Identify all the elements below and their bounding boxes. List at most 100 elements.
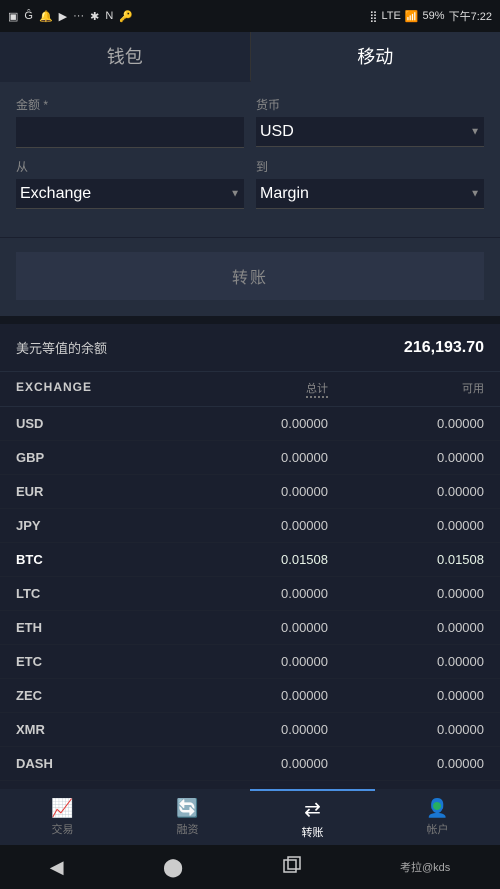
cell-name: USD	[16, 416, 172, 431]
table-body: USD 0.00000 0.00000 GBP 0.00000 0.00000 …	[0, 407, 500, 815]
to-select-wrapper: Margin	[256, 179, 484, 209]
cell-available: 0.00000	[328, 484, 484, 499]
cell-available: 0.00000	[328, 722, 484, 737]
lte-label: LTE	[381, 10, 400, 22]
play-icon: ▶	[59, 10, 67, 23]
table-row: ETC 0.00000 0.00000	[0, 645, 500, 679]
cell-total: 0.00000	[172, 620, 328, 635]
recent-button[interactable]	[283, 856, 301, 879]
to-label: 到	[256, 158, 484, 175]
table-row: EUR 0.00000 0.00000	[0, 475, 500, 509]
nfc-icon: N	[105, 10, 113, 22]
cell-name: LTC	[16, 586, 172, 601]
nav-item-funding[interactable]: 🔄 融资	[125, 789, 250, 845]
cell-name: ETH	[16, 620, 172, 635]
account-icon-wrap: 👤	[426, 798, 448, 819]
transfer-icon: ⇄	[304, 797, 321, 822]
app-icon: Ĝ	[24, 10, 33, 22]
cell-total: 0.00000	[172, 722, 328, 737]
nav-item-account[interactable]: 👤 帐户	[375, 789, 500, 845]
balance-label: 美元等值的余额	[16, 338, 107, 357]
system-nav-bar: ◀ ⬤ 考拉@kds	[0, 845, 500, 889]
cell-total: 0.00000	[172, 518, 328, 533]
tab-wallet[interactable]: 钱包	[0, 32, 251, 82]
time-display: 下午7:22	[449, 8, 492, 24]
status-left-icons: ▣ Ĝ 🔔 ▶ ··· ✱ N 🔑	[8, 10, 133, 23]
watermark: 考拉@kds	[400, 859, 450, 875]
cell-name: BTC	[16, 552, 172, 567]
cell-total: 0.00000	[172, 586, 328, 601]
bluetooth-icon: ✱	[90, 10, 99, 23]
cell-available: 0.00000	[328, 450, 484, 465]
dots-icon: ···	[73, 10, 84, 22]
status-bar: ▣ Ĝ 🔔 ▶ ··· ✱ N 🔑 ⣿ LTE 📶 59% 下午7:22	[0, 0, 500, 32]
cell-total: 0.00000	[172, 484, 328, 499]
nav-item-transfer[interactable]: ⇄ 转账	[250, 789, 375, 845]
cell-available: 0.00000	[328, 416, 484, 431]
transfer-button-row: 转账	[0, 237, 500, 316]
cell-available: 0.00000	[328, 620, 484, 635]
nav-item-trade[interactable]: 📈 交易	[0, 789, 125, 845]
home-button[interactable]: ⬤	[163, 857, 183, 878]
cell-total: 0.01508	[172, 552, 328, 567]
cell-available: 0.01508	[328, 552, 484, 567]
transfer-label: 转账	[302, 824, 324, 840]
amount-currency-row: 金额 * 货币 USD	[16, 96, 484, 148]
signal-strength: ⣿	[369, 10, 377, 23]
currency-select[interactable]: USD	[256, 117, 484, 147]
col-section: EXCHANGE	[16, 380, 172, 398]
back-button[interactable]: ◀	[50, 857, 64, 878]
balance-table: EXCHANGE 总计 可用 USD 0.00000 0.00000 GBP 0…	[0, 372, 500, 853]
cell-name: DASH	[16, 756, 172, 771]
transfer-form: 金额 * 货币 USD 从 Exchange 到	[0, 82, 500, 237]
from-to-row: 从 Exchange 到 Margin	[16, 158, 484, 209]
col-total: 总计	[172, 380, 328, 398]
cell-available: 0.00000	[328, 688, 484, 703]
cell-name: GBP	[16, 450, 172, 465]
table-row: XMR 0.00000 0.00000	[0, 713, 500, 747]
amount-label: 金额 *	[16, 96, 244, 113]
battery-label: 59%	[423, 10, 445, 22]
wifi-icon: 📶	[405, 10, 419, 23]
table-row: GBP 0.00000 0.00000	[0, 441, 500, 475]
trade-label: 交易	[52, 821, 74, 837]
amount-input[interactable]	[16, 117, 244, 148]
table-row: ETH 0.00000 0.00000	[0, 611, 500, 645]
account-label: 帐户	[427, 821, 449, 837]
online-indicator	[433, 802, 441, 810]
bottom-nav: 📈 交易 🔄 融资 ⇄ 转账 👤 帐户	[0, 789, 500, 845]
currency-group: 货币 USD	[256, 96, 484, 148]
cell-available: 0.00000	[328, 518, 484, 533]
menu-icon: ▣	[8, 10, 18, 23]
tab-mobile[interactable]: 移动	[251, 32, 500, 82]
trade-icon: 📈	[51, 798, 73, 819]
notification-icon: 🔔	[39, 10, 53, 23]
transfer-button[interactable]: 转账	[16, 252, 484, 300]
key-icon: 🔑	[119, 10, 133, 23]
funding-icon: 🔄	[176, 798, 198, 819]
from-select[interactable]: Exchange	[16, 179, 244, 209]
cell-available: 0.00000	[328, 756, 484, 771]
cell-name: EUR	[16, 484, 172, 499]
cell-available: 0.00000	[328, 586, 484, 601]
section-divider	[0, 316, 500, 324]
table-row: JPY 0.00000 0.00000	[0, 509, 500, 543]
top-tab-bar: 钱包 移动	[0, 32, 500, 82]
table-row: LTC 0.00000 0.00000	[0, 577, 500, 611]
cell-name: XMR	[16, 722, 172, 737]
cell-total: 0.00000	[172, 756, 328, 771]
currency-label: 货币	[256, 96, 484, 113]
cell-available: 0.00000	[328, 654, 484, 669]
cell-name: ZEC	[16, 688, 172, 703]
from-label: 从	[16, 158, 244, 175]
to-group: 到 Margin	[256, 158, 484, 209]
table-row: DASH 0.00000 0.00000	[0, 747, 500, 781]
col-available: 可用	[328, 380, 484, 398]
cell-total: 0.00000	[172, 688, 328, 703]
cell-name: JPY	[16, 518, 172, 533]
from-group: 从 Exchange	[16, 158, 244, 209]
currency-select-wrapper: USD	[256, 117, 484, 147]
table-header: EXCHANGE 总计 可用	[0, 372, 500, 407]
to-select[interactable]: Margin	[256, 179, 484, 209]
table-row: ZEC 0.00000 0.00000	[0, 679, 500, 713]
